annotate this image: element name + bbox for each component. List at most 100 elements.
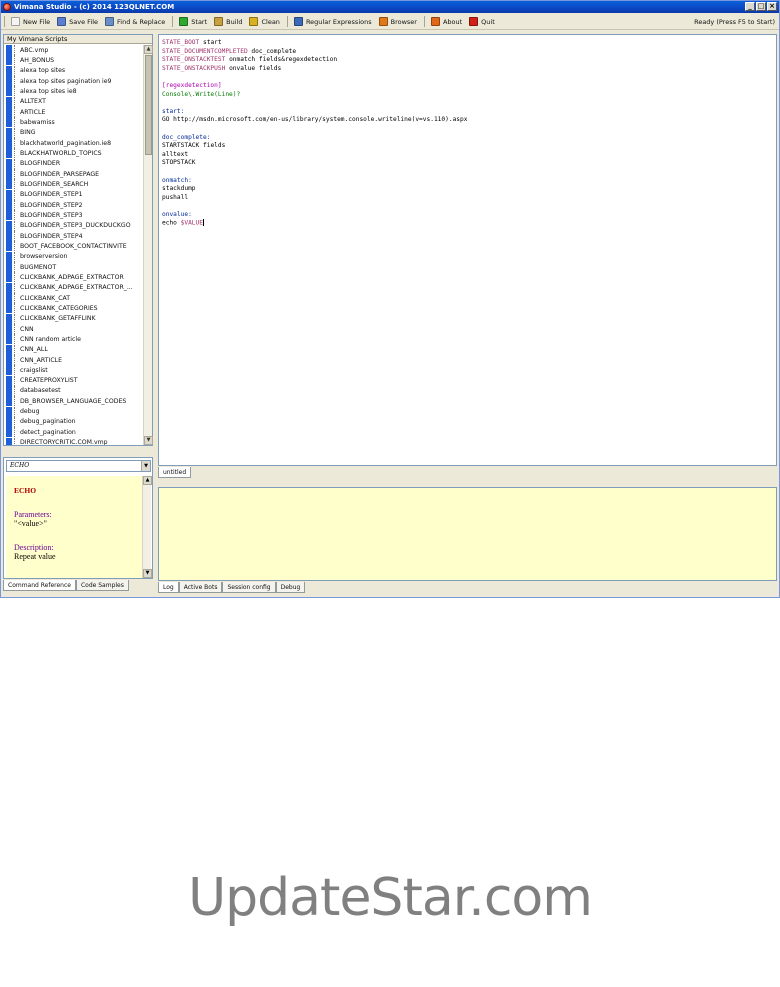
clean-label: Clean xyxy=(261,17,280,26)
script-list-item[interactable]: CNN_ALL xyxy=(4,344,144,355)
tab-log[interactable]: Log xyxy=(158,582,179,593)
script-list-item[interactable]: debug xyxy=(4,406,144,417)
script-list-item[interactable]: BLOGFINDER xyxy=(4,158,144,169)
command-select[interactable]: ECHO ▼ xyxy=(6,460,151,472)
script-list-item[interactable]: BLOGFINDER_STEP4 xyxy=(4,231,144,242)
script-list-item-label: BLOGFINDER_STEP1 xyxy=(20,191,83,199)
script-list-item[interactable]: BUGMENOT xyxy=(4,262,144,273)
scroll-up-arrow-icon[interactable]: ▲ xyxy=(143,476,152,485)
code-token: start: xyxy=(162,107,185,115)
script-file-icon xyxy=(6,189,12,200)
script-list-scrollbar[interactable]: ▲ ▼ xyxy=(143,45,153,445)
script-list-item[interactable]: DIRECTORYCRITIC.COM.vmp xyxy=(4,437,144,445)
script-list-item[interactable]: debug_pagination xyxy=(4,416,144,427)
reference-scrollbar[interactable]: ▲ ▼ xyxy=(142,476,152,578)
tab-untitled[interactable]: untitled xyxy=(158,467,192,478)
start-button[interactable]: Start xyxy=(179,17,207,26)
code-line: STOPSTACK xyxy=(162,159,773,168)
tab-command-reference[interactable]: Command Reference xyxy=(3,580,76,591)
scroll-thumb[interactable] xyxy=(145,55,152,155)
script-file-icon xyxy=(6,200,12,211)
code-line: doc_complete: xyxy=(162,134,773,143)
script-list-item[interactable]: BLOGFINDER_PARSEPAGE xyxy=(4,169,144,180)
script-list-item[interactable]: ALLTEXT xyxy=(4,96,144,107)
script-list-item[interactable]: CLICKBANK_ADPAGE_EXTRACTOR xyxy=(4,272,144,283)
script-list-item[interactable]: CLICKBANK_ADPAGE_EXTRACTOR_... xyxy=(4,282,144,293)
code-token: stackdump xyxy=(162,185,196,193)
window-controls: _ □ × xyxy=(745,2,777,11)
script-list-item[interactable]: BLOGFINDER_STEP2 xyxy=(4,200,144,211)
scroll-down-arrow-icon[interactable]: ▼ xyxy=(144,436,153,445)
close-button[interactable]: × xyxy=(767,2,777,11)
code-editor[interactable]: STATE_BOOT start STATE_DOCUMENTCOMPLETED … xyxy=(158,34,777,466)
script-list-item[interactable]: BLOGFINDER_SEARCH xyxy=(4,179,144,190)
script-list-item[interactable]: detect_pagination xyxy=(4,427,144,438)
script-list-item-label: BUGMENOT xyxy=(20,263,57,271)
tab-active-bots[interactable]: Active Bots xyxy=(178,582,223,593)
tab-session-config[interactable]: Session config xyxy=(222,582,276,593)
script-list-item[interactable]: DB_BROWSER_LANGUAGE_CODES xyxy=(4,396,144,407)
script-list-item[interactable]: browserversion xyxy=(4,251,144,262)
script-list-item[interactable]: alexa top sites xyxy=(4,65,144,76)
tree-line xyxy=(14,169,17,180)
script-list-item[interactable]: AH_BONUS xyxy=(4,55,144,66)
maximize-button[interactable]: □ xyxy=(756,2,766,11)
tree-line xyxy=(14,313,17,324)
script-list-item[interactable]: BOOT_FACEBOOK_CONTACTINVITE xyxy=(4,241,144,252)
script-list-item[interactable]: BLOGFINDER_STEP1 xyxy=(4,189,144,200)
build-button[interactable]: Build xyxy=(214,17,242,26)
script-file-icon xyxy=(6,375,12,386)
scroll-down-arrow-icon[interactable]: ▼ xyxy=(143,569,152,578)
browser-button[interactable]: Browser xyxy=(378,17,417,26)
script-list-item-label: babwamiss xyxy=(20,118,55,126)
script-list-item[interactable]: CNN_ARTICLE xyxy=(4,355,144,365)
script-list-item[interactable]: CLICKBANK_CAT xyxy=(4,293,144,304)
tree-line xyxy=(14,220,17,231)
script-list-item[interactable]: ARTICLE xyxy=(4,107,144,118)
script-list-item-label: CREATEPROXYLIST xyxy=(20,377,78,385)
tree-line xyxy=(14,96,17,107)
minimize-button[interactable]: _ xyxy=(745,2,755,11)
regex-button[interactable]: Regular Expressions xyxy=(293,17,372,26)
tab-code-samples[interactable]: Code Samples xyxy=(75,580,129,591)
script-list-item[interactable]: CNN xyxy=(4,324,144,335)
script-list-item[interactable]: CREATEPROXYLIST xyxy=(4,375,144,386)
code-line: onvalue: xyxy=(162,211,773,220)
script-list-item[interactable]: CLICKBANK_CATEGORIES xyxy=(4,303,144,314)
script-file-icon xyxy=(6,65,12,76)
find-replace-button[interactable]: Find & Replace xyxy=(105,17,165,26)
script-list-item[interactable]: CLICKBANK_GETAFFLINK xyxy=(4,313,144,324)
script-list-item[interactable]: BLOGFINDER_STEP3_DUCKDUCKGO xyxy=(4,220,144,231)
script-list-item[interactable]: babwamiss xyxy=(4,117,144,128)
scroll-up-arrow-icon[interactable]: ▲ xyxy=(144,45,153,54)
script-list-item-label: detect_pagination xyxy=(20,428,76,436)
reference-tabs: Command Reference Code Samples xyxy=(3,580,129,591)
script-list-item[interactable]: CNN random article xyxy=(4,334,144,345)
script-list-item[interactable]: blackhatworld_pagination.ie8 xyxy=(4,138,144,149)
script-list-item-label: CNN_ARTICLE xyxy=(20,356,63,364)
script-list-item[interactable]: alexa top sites pagination ie9 xyxy=(4,76,144,87)
tree-line xyxy=(14,45,17,56)
script-list-item[interactable]: databasetest xyxy=(4,385,144,396)
script-list-item[interactable]: BLOGFINDER_STEP3 xyxy=(4,210,144,221)
log-panel[interactable] xyxy=(158,487,777,581)
code-token: Console\.Write(Line)? xyxy=(162,90,241,98)
clean-button[interactable]: Clean xyxy=(249,17,280,26)
script-list-item[interactable]: BLACKHATWORLD_TOPICS xyxy=(4,148,144,159)
tree-line xyxy=(14,210,17,221)
script-list-item[interactable]: BING xyxy=(4,127,144,138)
script-file-icon xyxy=(6,355,12,365)
script-list-item[interactable]: alexa top sites ie8 xyxy=(4,86,144,97)
quit-button[interactable]: Quit xyxy=(469,17,495,26)
save-file-button[interactable]: Save File xyxy=(57,17,98,26)
code-line: STATE_BOOT start xyxy=(162,39,773,48)
script-list-item[interactable]: ABC.vmp xyxy=(4,45,144,56)
about-button[interactable]: About xyxy=(430,17,462,26)
new-file-button[interactable]: New File xyxy=(11,17,50,26)
toolbar-separator xyxy=(423,16,425,27)
tab-debug[interactable]: Debug xyxy=(275,582,306,593)
script-list-item[interactable]: craigslist xyxy=(4,365,144,376)
regex-icon xyxy=(293,17,303,26)
chevron-down-icon[interactable]: ▼ xyxy=(141,461,150,471)
script-file-icon xyxy=(6,303,12,314)
